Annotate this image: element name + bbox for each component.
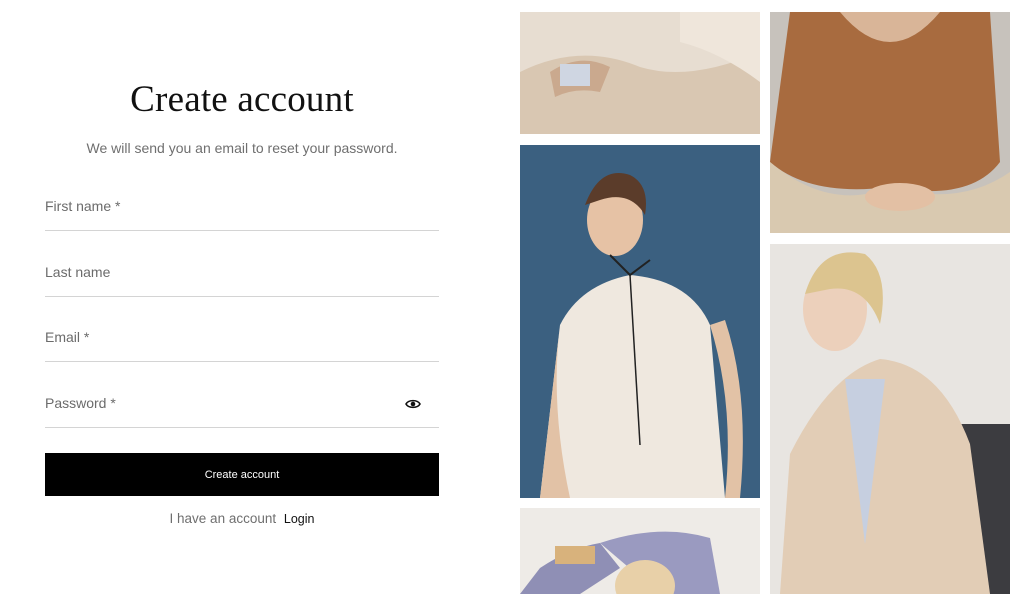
first-name-input[interactable] [45, 190, 443, 232]
login-link[interactable]: Login [284, 512, 315, 526]
photo-woman-white-vest [520, 145, 760, 498]
create-account-page: Create account We will send you an email… [0, 0, 1024, 605]
email-input[interactable] [45, 321, 443, 363]
password-input[interactable] [45, 387, 443, 429]
photo-beige-suit-closeup [520, 12, 760, 134]
create-account-button[interactable]: Create account [45, 453, 439, 496]
eye-icon[interactable] [405, 397, 421, 411]
login-prompt-line: I have an account Login [45, 511, 439, 526]
login-prompt-text: I have an account [169, 511, 277, 526]
first-name-field[interactable]: First name * [45, 190, 443, 232]
last-name-field[interactable]: Last name [45, 256, 443, 298]
password-field[interactable]: Password * [45, 387, 443, 429]
photo-woman-beige-blazer [770, 244, 1010, 594]
page-subtitle: We will send you an email to reset your … [86, 140, 398, 156]
photo-brown-top [770, 12, 1010, 233]
page-title: Create account [130, 79, 354, 120]
email-field[interactable]: Email * [45, 321, 443, 363]
last-name-input[interactable] [45, 256, 443, 298]
photo-woman-arms-raised [520, 508, 760, 594]
